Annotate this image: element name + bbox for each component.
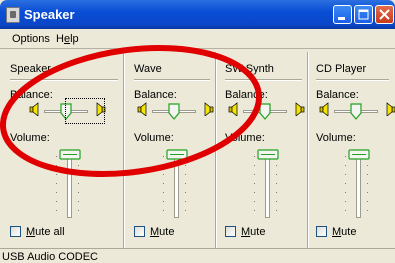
volume-thumb[interactable]	[257, 149, 279, 160]
speaker-left-icon	[29, 102, 39, 116]
speaker-right-icon	[386, 102, 395, 116]
volume-thumb[interactable]	[166, 149, 188, 160]
volume-ticks-right	[367, 156, 368, 214]
minimize-icon	[338, 17, 345, 20]
minimize-button[interactable]	[333, 5, 352, 24]
menu-options[interactable]: Options	[12, 33, 50, 45]
panel-divider	[225, 79, 302, 80]
panel-divider	[134, 79, 210, 80]
balance-thumb[interactable]	[259, 103, 271, 120]
menu-bar: Options Help	[0, 29, 395, 49]
volume-ticks-left	[345, 156, 346, 214]
panel-speaker: Speaker Balance: Volume: Mute all	[10, 52, 124, 248]
volume-track	[67, 150, 72, 218]
volume-label: Volume:	[10, 132, 50, 144]
panel-cd-player: CD Player Balance: Volume: Mute	[316, 52, 395, 248]
volume-ticks-left	[254, 156, 255, 214]
panel-separator	[215, 52, 216, 248]
mute-box[interactable]	[316, 226, 327, 237]
mute-rest: ute all	[35, 226, 65, 238]
focus-rectangle	[65, 98, 105, 124]
menu-help-prefix: H	[56, 33, 64, 45]
maximize-button[interactable]	[354, 5, 373, 24]
speaker-window: Speaker Options Help Speaker Balance: Vo…	[0, 0, 395, 263]
mute-accelerator: M	[26, 226, 36, 238]
speaker-left-icon	[228, 102, 238, 116]
mute-all-box[interactable]	[10, 226, 21, 237]
volume-ticks-left	[163, 156, 164, 214]
volume-ticks-right	[276, 156, 277, 214]
volume-ticks-left	[56, 156, 57, 214]
panel-sw-synth: SW Synth Balance: Volume: Mute	[225, 52, 308, 248]
menu-help[interactable]: Help	[56, 33, 79, 45]
speaker-right-icon	[204, 102, 214, 116]
balance-slider[interactable]	[316, 100, 395, 122]
panel-separator	[123, 52, 124, 248]
panel-separator	[307, 52, 308, 248]
status-bar: USB Audio CODEC	[0, 248, 395, 263]
mute-label: Mute	[332, 226, 356, 238]
volume-ticks-right	[78, 156, 79, 214]
mute-box[interactable]	[225, 226, 236, 237]
speaker-left-icon	[137, 102, 147, 116]
window-title: Speaker	[24, 7, 75, 22]
mute-rest: ute	[341, 226, 357, 238]
balance-slider[interactable]	[134, 100, 220, 122]
mute-all-label: Mute all	[26, 226, 65, 238]
panel-title: Speaker	[10, 63, 51, 75]
speaker-right-icon	[295, 102, 305, 116]
volume-track	[265, 150, 270, 218]
mute-label: Mute	[241, 226, 265, 238]
mute-accelerator: M	[332, 226, 342, 238]
menu-help-rest: lp	[70, 33, 79, 45]
mute-label: Mute	[150, 226, 174, 238]
balance-thumb[interactable]	[168, 103, 180, 120]
balance-slider[interactable]	[225, 100, 311, 122]
mute-accelerator: M	[150, 226, 160, 238]
panel-divider	[316, 79, 389, 80]
close-icon	[379, 9, 390, 20]
volume-track	[356, 150, 361, 218]
volume-label: Volume:	[225, 132, 265, 144]
volume-thumb[interactable]	[59, 149, 81, 160]
volume-track	[174, 150, 179, 218]
panel-wave: Wave Balance: Volume: Mute	[134, 52, 216, 248]
volume-label: Volume:	[316, 132, 356, 144]
volume-label: Volume:	[134, 132, 174, 144]
speaker-window-icon[interactable]	[6, 7, 20, 23]
volume-ticks-right	[185, 156, 186, 214]
close-button[interactable]	[375, 5, 394, 24]
panel-title: CD Player	[316, 63, 367, 75]
status-text: USB Audio CODEC	[2, 251, 98, 263]
panel-title: SW Synth	[225, 63, 274, 75]
mute-rest: ute	[159, 226, 175, 238]
volume-thumb[interactable]	[348, 149, 370, 160]
panel-divider	[10, 79, 118, 80]
mute-rest: ute	[250, 226, 266, 238]
mute-accelerator: M	[241, 226, 251, 238]
balance-thumb[interactable]	[350, 103, 362, 120]
maximize-icon	[358, 9, 369, 20]
panel-title: Wave	[134, 63, 162, 75]
title-bar[interactable]: Speaker	[0, 0, 395, 29]
speaker-left-icon	[319, 102, 329, 116]
mute-box[interactable]	[134, 226, 145, 237]
